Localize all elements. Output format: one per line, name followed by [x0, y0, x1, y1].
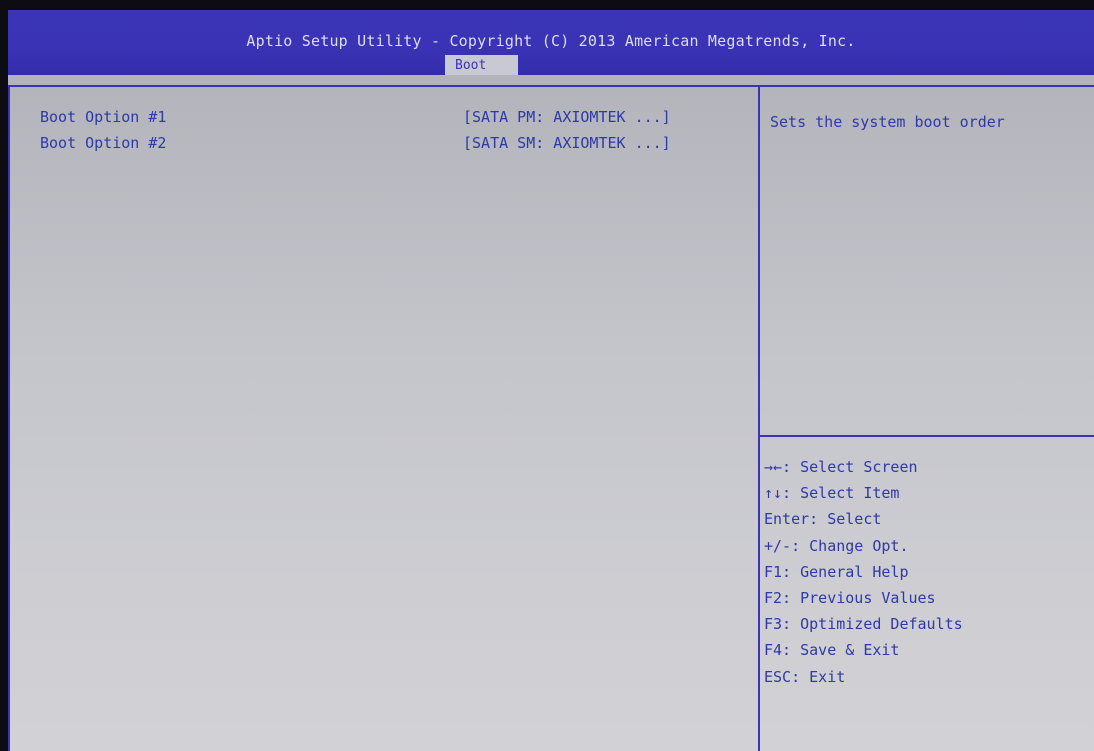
key-hint-optimized-defaults: F3: Optimized Defaults	[764, 615, 963, 634]
key-hint-enter: Enter: Select	[764, 510, 882, 529]
key-hint-esc-exit: ESC: Exit	[764, 667, 846, 686]
boot-option-1-value[interactable]: [SATA PM: AXIOMTEK ...]	[463, 108, 671, 126]
frame-left-border	[8, 85, 10, 751]
tab-boot[interactable]: Boot	[445, 55, 518, 75]
key-hint-save-exit: F4: Save & Exit	[764, 641, 900, 660]
bios-setup-screen: Aptio Setup Utility - Copyright (C) 2013…	[0, 0, 1094, 751]
key-hint-change-opt: +/-: Change Opt.	[764, 536, 909, 555]
key-hint-select-item: ↑↓: Select Item	[764, 484, 900, 503]
boot-option-1-label: Boot Option #1	[40, 108, 167, 126]
help-description: Sets the system boot order	[770, 113, 1005, 131]
boot-option-2-value[interactable]: [SATA SM: AXIOMTEK ...]	[463, 134, 671, 152]
boot-option-2-row[interactable]: Boot Option #2 [SATA SM: AXIOMTEK ...]	[40, 134, 740, 154]
title-bar: Aptio Setup Utility - Copyright (C) 2013…	[8, 10, 1094, 75]
utility-title: Aptio Setup Utility - Copyright (C) 2013…	[246, 32, 856, 50]
help-divider	[760, 435, 1094, 437]
vertical-divider	[758, 85, 760, 751]
key-hint-previous-values: F2: Previous Values	[764, 588, 936, 607]
key-hint-general-help: F1: General Help	[764, 562, 909, 581]
key-legend: →←: Select Screen ↑↓: Select Item Enter:…	[764, 454, 1084, 690]
key-hint-select-screen: →←: Select Screen	[764, 458, 918, 476]
boot-option-2-label: Boot Option #2	[40, 134, 167, 152]
main-panel: Boot Option #1 [SATA PM: AXIOMTEK ...] B…	[8, 75, 1094, 751]
boot-option-1-row[interactable]: Boot Option #1 [SATA PM: AXIOMTEK ...]	[40, 108, 740, 128]
